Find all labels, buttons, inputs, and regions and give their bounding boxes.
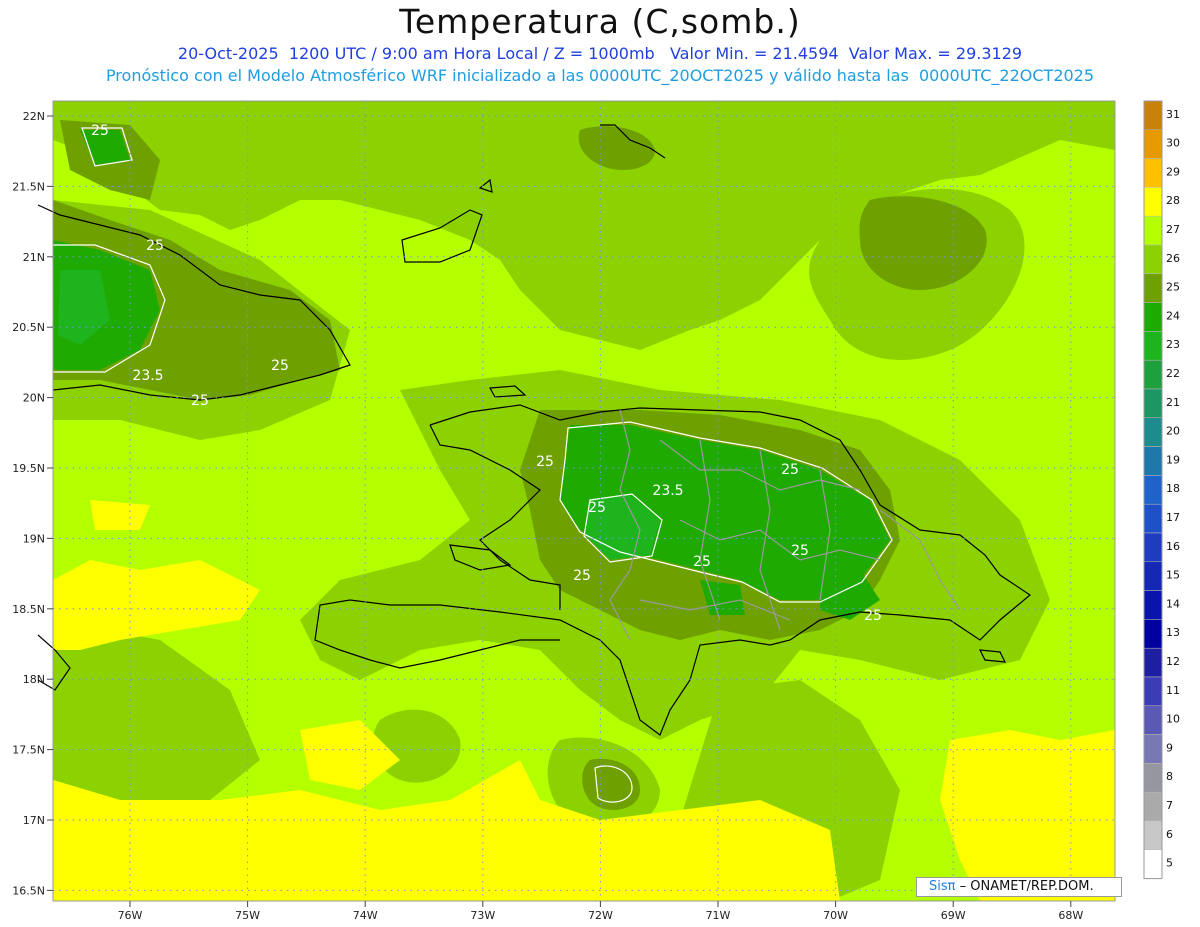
colorbar-swatch	[1143, 590, 1163, 620]
lat-tick-label: 17.5N	[12, 744, 45, 757]
lon-tick-label: 74W	[353, 909, 378, 922]
contour-label: 25	[588, 500, 606, 516]
colorbar-swatch	[1143, 446, 1163, 476]
colorbar-swatch	[1143, 244, 1163, 275]
colorbar-label: 18	[1166, 482, 1180, 495]
colorbar-label: 23	[1166, 338, 1180, 351]
contour-label: 25	[693, 554, 711, 570]
colorbar-label: 8	[1166, 770, 1173, 783]
colorbar-label: 7	[1166, 799, 1173, 812]
contour-label: 25	[573, 568, 591, 584]
lat-tick-label: 22N	[23, 110, 45, 123]
colorbar-swatch	[1143, 100, 1163, 131]
colorbar-label: 24	[1166, 309, 1180, 322]
lat-tick-label: 18N	[23, 673, 45, 686]
lat-tick-label: 17N	[23, 814, 45, 827]
credit-brand: Sisπ	[929, 879, 956, 894]
contour-label: 25	[781, 462, 799, 478]
colorbar-swatch	[1143, 561, 1163, 591]
lon-tick-label: 70W	[823, 909, 848, 922]
lat-tick-label: 21.5N	[12, 180, 45, 193]
colorbar-label: 28	[1166, 194, 1180, 207]
colorbar-swatch	[1143, 849, 1163, 879]
colorbar-label: 10	[1166, 713, 1180, 726]
colorbar-label: 12	[1166, 655, 1180, 668]
colorbar-swatch	[1143, 359, 1163, 390]
colorbar-label: 5	[1166, 857, 1173, 870]
colorbar-label: 14	[1166, 597, 1180, 610]
lon-tick-label: 68W	[1058, 909, 1083, 922]
colorbar-swatch	[1143, 388, 1163, 419]
lat-tick-label: 19.5N	[12, 462, 45, 475]
lat-tick-label: 20.5N	[12, 321, 45, 334]
colorbar-swatch	[1143, 705, 1163, 735]
colorbar-swatch	[1143, 619, 1163, 649]
colorbar-swatch	[1143, 763, 1163, 793]
contour-label: 25	[536, 454, 554, 470]
contour-label: 25	[791, 543, 809, 559]
colorbar-label: 17	[1166, 511, 1180, 524]
colorbar-label: 11	[1166, 684, 1180, 697]
colorbar-swatch	[1143, 734, 1163, 764]
lat-tick-label: 16.5N	[12, 884, 45, 897]
lat-tick-label: 21N	[23, 251, 45, 264]
contour-label: 25	[271, 358, 289, 374]
colorbar-label: 27	[1166, 223, 1180, 236]
colorbar-label: 22	[1166, 367, 1180, 380]
lon-tick-label: 72W	[588, 909, 613, 922]
colorbar-swatch	[1143, 676, 1163, 707]
colorbar-label: 25	[1166, 281, 1180, 294]
contour-label: 25	[91, 123, 109, 139]
lat-tick-label: 19N	[23, 532, 45, 545]
colorbar-label: 15	[1166, 569, 1180, 582]
credit-text: – ONAMET/REP.DOM.	[955, 879, 1094, 894]
colorbar-label: 9	[1166, 741, 1173, 754]
colorbar-swatch	[1143, 273, 1163, 303]
temperature-map: 2523.52525252523.5252525252525 22N21.5N2…	[12, 100, 1180, 922]
longitude-axis: 76W 75W 74W 73W 72W 71W 70W 69W 68W	[118, 901, 1083, 922]
colorbar-label: 13	[1166, 626, 1180, 639]
lat-tick-label: 20N	[23, 392, 45, 405]
contour-label: 25	[191, 393, 209, 409]
colorbar-swatch	[1143, 503, 1163, 534]
contour-label: 23.5	[652, 483, 683, 499]
colorbar-swatch	[1143, 331, 1163, 361]
colorbar-label: 6	[1166, 828, 1173, 841]
colorbar-swatch	[1143, 158, 1163, 188]
lat-tick-label: 18.5N	[12, 603, 45, 616]
colorbar-label: 16	[1166, 540, 1180, 553]
colorbar-label: 20	[1166, 425, 1180, 438]
colorbar-swatch	[1143, 417, 1163, 447]
colorbar-swatch	[1143, 647, 1163, 678]
lon-tick-label: 75W	[235, 909, 260, 922]
latitude-axis: 22N 21.5N 21N 20.5N 20N 19.5N 19N 18.5N 18N 17.5N…	[12, 110, 53, 897]
lon-tick-label: 76W	[118, 909, 143, 922]
colorbar-label: 31	[1166, 108, 1180, 121]
colorbar-swatch	[1143, 302, 1163, 332]
contour-label: 25	[864, 608, 882, 624]
lon-tick-label: 71W	[706, 909, 731, 922]
colorbar-label: 21	[1166, 396, 1180, 409]
colorbar: 31 30 29 28 27 26 25 24 23 22 21 20 19 18 17 16 15 14 13 12…	[1143, 100, 1180, 880]
colorbar-swatch	[1143, 187, 1163, 217]
credit-box: Sisπ – ONAMET/REP.DOM.	[916, 877, 1122, 897]
contour-label: 23.5	[132, 368, 163, 384]
colorbar-swatch	[1143, 532, 1163, 563]
colorbar-swatch	[1143, 820, 1163, 851]
colorbar-label: 29	[1166, 165, 1180, 178]
colorbar-swatch	[1143, 215, 1163, 246]
lon-tick-label: 69W	[941, 909, 966, 922]
colorbar-swatch	[1143, 791, 1163, 822]
colorbar-label: 30	[1166, 137, 1180, 150]
contour-label: 25	[146, 238, 164, 254]
colorbar-label: 19	[1166, 453, 1180, 466]
lon-tick-label: 73W	[470, 909, 495, 922]
colorbar-swatch	[1143, 129, 1163, 159]
colorbar-swatch	[1143, 475, 1163, 505]
colorbar-label: 26	[1166, 252, 1180, 265]
